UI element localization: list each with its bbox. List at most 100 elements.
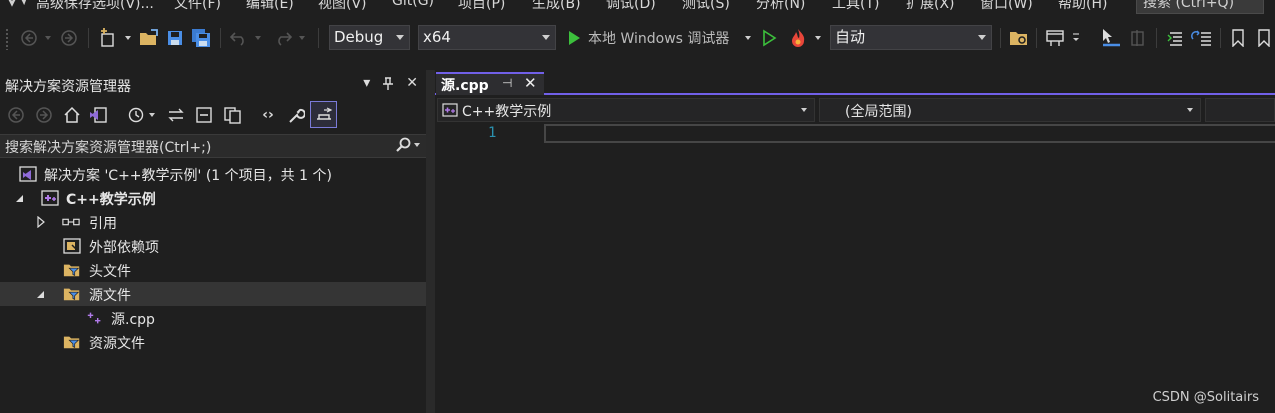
browse-folder-icon[interactable] [1007,26,1031,50]
auto-value: 自动 [835,28,866,46]
menu-analyze[interactable]: 分析(N) [756,0,805,13]
document-tab[interactable]: 源.cpp ⊣ ✕ [436,72,544,95]
forward-icon[interactable] [32,103,56,127]
tree-item-label: 外部依赖项 [89,240,159,256]
menu-advanced-save[interactable]: 高级保存选项(V)... [36,0,154,13]
collapse-all-icon[interactable] [192,103,216,127]
search-icon[interactable] [395,137,411,153]
navigate-back-icon[interactable] [18,26,40,50]
properties-wrench-icon[interactable] [284,103,308,127]
debug-target-dropdown-icon[interactable] [744,26,752,50]
new-dropdown-icon[interactable] [124,26,132,50]
menu-window[interactable]: 窗口(W) [980,0,1033,13]
menu-tools[interactable]: 工具(T) [832,0,879,13]
comment-lines-icon[interactable] [1164,26,1186,50]
platform-value: x64 [423,28,451,46]
collapsed-arrow-icon[interactable] [35,216,47,228]
show-all-files-icon[interactable] [220,103,244,127]
open-folder-icon[interactable] [138,26,160,50]
menu-edit[interactable]: 编辑(E) [246,0,294,13]
redo-dropdown-icon[interactable] [298,26,306,50]
filter-folder-icon [63,264,80,277]
menu-debug[interactable]: 调试(D) [606,0,656,13]
configuration-dropdown[interactable]: Debug [329,25,410,50]
tree-item-references[interactable]: 引用 [0,210,426,234]
tree-item-source-cpp[interactable]: 源.cpp [0,306,426,330]
run-label: 本地 Windows 调试器 [588,31,730,47]
menu-build[interactable]: 生成(B) [532,0,581,13]
menu-project[interactable]: 项目(P) [458,0,505,13]
tree-item-source-files[interactable]: 源文件 [0,282,426,306]
filter-dropdown-icon[interactable] [146,103,158,127]
close-icon[interactable]: ✕ [406,75,418,95]
filter-folder-icon [63,288,80,301]
chevron-down-icon [1187,108,1193,112]
back-dropdown-icon[interactable] [44,26,52,50]
expanded-arrow-icon[interactable] [14,192,26,204]
filter-folder-icon [63,336,80,349]
save-all-icon[interactable] [190,26,212,50]
tree-item-label: 引用 [89,216,117,232]
nav-scope-label: (全局范围) [845,104,912,120]
menu-file[interactable]: 文件(F) [174,0,221,13]
home-icon[interactable] [60,103,84,127]
split-file-icon[interactable] [1127,26,1149,50]
undo-dropdown-icon[interactable] [254,26,262,50]
expanded-arrow-icon[interactable] [35,288,47,300]
switch-views-icon[interactable] [86,103,110,127]
tab-pin-icon[interactable]: ⊣ [502,76,512,90]
preview-selected-items-icon[interactable] [310,101,337,128]
hot-reload-icon[interactable] [786,26,810,50]
menu-extensions[interactable]: 扩展(X) [906,0,955,13]
platform-dropdown[interactable]: x64 [418,25,556,50]
navigate-forward-icon[interactable] [58,26,80,50]
sync-with-active-document-icon[interactable] [164,103,188,127]
new-project-icon[interactable] [96,26,120,50]
menu-git[interactable]: Git(G) [392,0,434,9]
tab-close-icon[interactable]: ✕ [524,74,537,92]
hot-reload-dropdown-icon[interactable] [814,26,822,50]
auto-dropdown[interactable]: 自动 [830,25,992,50]
start-debugging-icon[interactable] [563,26,585,50]
undo-icon[interactable] [228,26,250,50]
tree-item-label: 资源文件 [89,336,145,352]
start-debugging-button[interactable]: 本地 Windows 调试器 [588,26,738,50]
project-icon [41,190,59,206]
view-code-icon[interactable]: ‹› [256,103,280,127]
window-position-dropdown-icon[interactable]: ▾ [363,75,370,95]
project-icon [442,103,458,117]
menu-help[interactable]: 帮助(H) [1058,0,1107,13]
scope-nav-dropdown[interactable]: (全局范围) [819,98,1201,122]
project-nav-dropdown[interactable]: C++教学示例 [437,98,815,122]
search-options-dropdown-icon[interactable] [414,143,420,147]
tree-item-resource-files[interactable]: 资源文件 [0,330,426,354]
tree-item-project[interactable]: C++教学示例 [0,186,426,210]
solution-search-input[interactable]: 搜索解决方案资源管理器(Ctrl+;) [0,134,426,158]
tree-item-label: 头文件 [89,264,131,280]
layout-dropdown-icon[interactable] [1071,26,1081,50]
tree-item-header-files[interactable]: 头文件 [0,258,426,282]
menu-test[interactable]: 测试(S) [682,0,730,13]
member-nav-dropdown[interactable] [1205,98,1275,122]
redo-icon[interactable] [272,26,294,50]
global-search-box[interactable]: 搜索 (Ctrl+Q) [1136,0,1264,14]
panel-splitter[interactable] [426,70,435,413]
search-placeholder: 搜索解决方案资源管理器(Ctrl+;) [5,140,212,156]
tree-item-label: 源.cpp [111,312,155,328]
tree-item-external-deps[interactable]: 外部依赖项 [0,234,426,258]
save-icon[interactable] [164,26,186,50]
uncomment-lines-icon[interactable] [1190,26,1214,50]
tree-item-solution[interactable]: 解决方案 'C++教学示例' (1 个项目，共 1 个) [0,162,426,186]
start-without-debugging-icon[interactable] [758,26,780,50]
pointer-select-icon[interactable] [1098,26,1124,50]
pin-icon[interactable] [382,75,394,95]
bookmark-icon[interactable] [1227,26,1249,50]
toolbar-grip[interactable] [5,28,9,50]
next-bookmark-icon[interactable] [1254,26,1274,50]
pending-changes-filter-icon[interactable] [124,103,148,127]
back-icon[interactable] [4,103,28,127]
window-layout-icon[interactable] [1043,26,1067,50]
navigation-bar: C++教学示例 (全局范围) [435,98,1275,122]
code-editor[interactable]: 1 CSDN @Solitairs [435,124,1275,413]
menu-view[interactable]: 视图(V) [318,0,367,13]
